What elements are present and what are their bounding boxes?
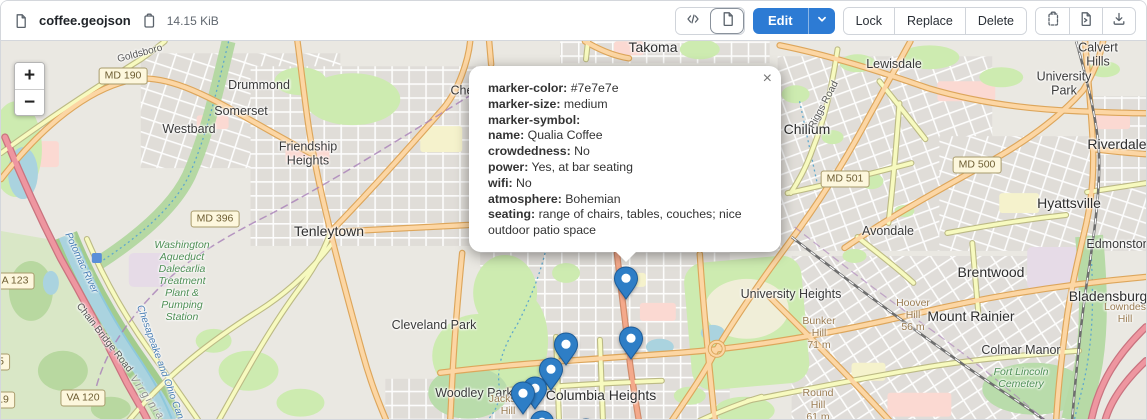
document-icon [720, 11, 736, 30]
zoom-in-button[interactable]: + [15, 63, 44, 89]
view-toggle [675, 7, 745, 35]
file-actions: LockReplaceDelete [843, 7, 1027, 35]
file-info: coffee.geojson 14.15 KiB [11, 11, 665, 31]
view-code-button[interactable] [676, 8, 710, 34]
feature-popup: × marker-color: #7e7e7emarker-size: medi… [469, 66, 781, 252]
edit-dropdown-button[interactable] [808, 8, 835, 34]
map-marker[interactable] [618, 326, 644, 360]
popup-property: crowdedness: No [488, 144, 762, 160]
file-icon [11, 11, 31, 31]
action-lock-button[interactable]: Lock [844, 8, 894, 34]
popup-pointer [616, 252, 636, 262]
view-rendered-button[interactable] [710, 8, 744, 34]
popup-property: seating: range of chairs, tables, couche… [488, 207, 762, 239]
file-viewer: coffee.geojson 14.15 KiB Edit [0, 0, 1147, 420]
popup-property: marker-color: #7e7e7e [488, 81, 762, 97]
popup-property: atmosphere: Bohemian [488, 192, 762, 208]
file-icon-actions [1035, 7, 1136, 35]
popup-close-button[interactable]: × [763, 71, 772, 87]
chevron-down-icon [815, 12, 829, 29]
edit-split-button: Edit [753, 8, 835, 34]
copy-contents-button[interactable] [1036, 8, 1069, 34]
file-header: coffee.geojson 14.15 KiB Edit [1, 1, 1146, 41]
popup-property: name: Qualia Coffee [488, 128, 762, 144]
poi-icon [92, 253, 102, 263]
map-marker[interactable] [613, 266, 639, 300]
file-toolbar: Edit LockReplaceDelete [675, 7, 1136, 35]
popup-property: marker-size: medium [488, 97, 762, 113]
map-zoom-control: + − [14, 62, 45, 116]
code-icon [685, 11, 701, 30]
map-container[interactable]: TakomaChevy Chase VillageDrummondSomerse… [1, 41, 1146, 420]
zoom-out-button[interactable]: − [15, 89, 44, 115]
download-button[interactable] [1102, 8, 1135, 34]
popup-property: power: Yes, at bar seating [488, 160, 762, 176]
file-name: coffee.geojson [39, 13, 131, 28]
file-code-icon [1078, 11, 1094, 30]
popup-property: wifi: No [488, 176, 762, 192]
download-icon [1111, 11, 1127, 30]
file-size: 14.15 KiB [167, 14, 219, 28]
clipboard-icon [1045, 11, 1061, 30]
copy-path-button[interactable] [139, 11, 159, 31]
popup-property: marker-symbol: [488, 113, 762, 129]
popup-properties: marker-color: #7e7e7emarker-size: medium… [488, 81, 762, 239]
action-delete-button[interactable]: Delete [965, 8, 1026, 34]
action-replace-button[interactable]: Replace [894, 8, 965, 34]
edit-button[interactable]: Edit [753, 8, 808, 34]
map-marker[interactable] [529, 410, 555, 420]
raw-file-button[interactable] [1069, 8, 1102, 34]
